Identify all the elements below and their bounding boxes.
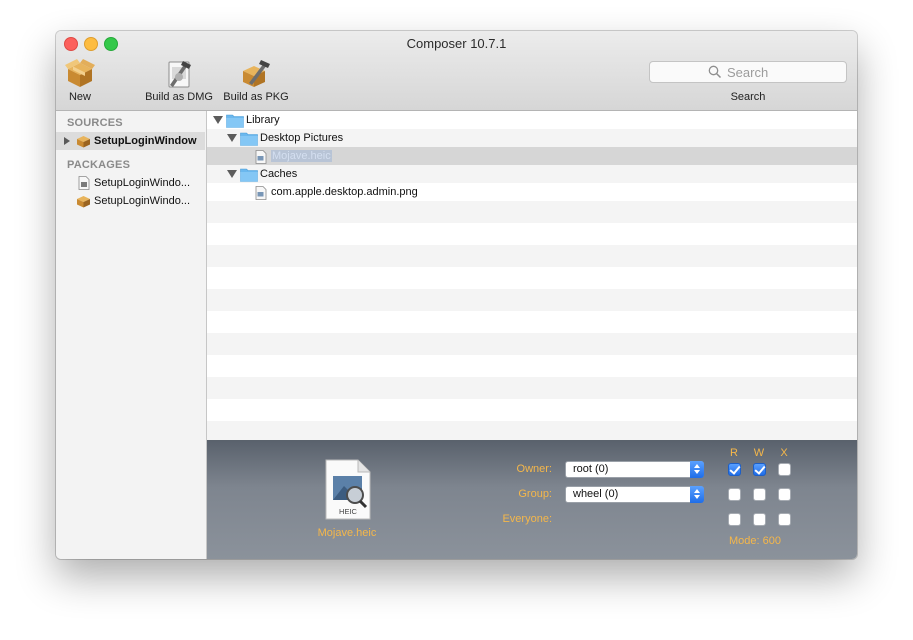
owner-select-value: root (0) <box>573 463 609 475</box>
disclosure-triangle-icon[interactable] <box>213 116 223 124</box>
package-box-icon <box>65 59 95 87</box>
folder-icon <box>240 168 258 182</box>
group-execute-checkbox[interactable] <box>778 488 791 501</box>
folder-icon <box>226 114 244 128</box>
tree-node-label: Library <box>246 114 280 126</box>
tree-row <box>207 245 857 267</box>
owner-select[interactable]: root (0) <box>565 461 704 478</box>
perm-header-x: X <box>780 447 788 459</box>
dmg-build-icon <box>168 61 191 88</box>
source-item-label: SetupLoginWindow <box>94 135 197 147</box>
tree-row[interactable] <box>207 165 857 183</box>
tree-node-label: Mojave.heic <box>271 150 332 162</box>
everyone-execute-checkbox[interactable] <box>778 513 791 526</box>
tree-row <box>207 201 857 223</box>
search-label: Search <box>730 91 766 103</box>
search-icon <box>708 65 722 79</box>
tree-row <box>207 377 857 399</box>
new-button-label: New <box>68 91 91 103</box>
tree-row <box>207 421 857 440</box>
selected-file-name: Mojave.heic <box>317 527 377 539</box>
package-box-icon <box>77 196 90 208</box>
heic-file-icon: HEIC <box>325 459 371 520</box>
owner-read-checkbox[interactable] <box>728 463 741 476</box>
everyone-read-checkbox[interactable] <box>728 513 741 526</box>
tree-node-label: Caches <box>260 168 298 180</box>
tree-row <box>207 311 857 333</box>
group-read-checkbox[interactable] <box>728 488 741 501</box>
package-item[interactable]: SetupLoginWindo... <box>56 174 205 192</box>
image-file-icon <box>255 150 267 164</box>
tree-row <box>207 333 857 355</box>
perm-header-w: W <box>753 447 765 459</box>
owner-execute-checkbox[interactable] <box>778 463 791 476</box>
sources-heading: SOURCES <box>67 117 123 129</box>
package-item-label: SetupLoginWindo... <box>94 177 191 189</box>
image-file-icon <box>255 186 267 200</box>
file-tree: Library Desktop Pictures Mojave.heic Cac… <box>207 111 857 440</box>
packages-heading: PACKAGES <box>67 159 131 171</box>
window-title: Composer 10.7.1 <box>406 36 507 51</box>
group-select-value: wheel (0) <box>573 488 619 500</box>
tree-row <box>207 289 857 311</box>
everyone-write-checkbox[interactable] <box>753 513 766 526</box>
select-arrows-icon <box>690 486 704 503</box>
perm-header-r: R <box>730 447 738 459</box>
dmg-document-icon <box>78 176 90 190</box>
owner-label: Owner: <box>516 463 552 475</box>
build-as-pkg-button[interactable]: Build as PKG <box>220 57 292 103</box>
build-as-pkg-label: Build as PKG <box>223 91 289 103</box>
select-arrows-icon <box>690 461 704 478</box>
build-as-dmg-label: Build as DMG <box>145 91 213 103</box>
file-inspector: HEIC Mojave.heic R W X Owner: root (0) G… <box>207 440 857 559</box>
toolbar: Composer 10.7.1 New Build as DMG Build a… <box>56 31 857 111</box>
tree-row <box>207 399 857 421</box>
sidebar: SOURCES SetupLoginWindow PACKAGES SetupL… <box>56 111 207 559</box>
tree-row <box>207 267 857 289</box>
search-placeholder: Search <box>727 65 769 80</box>
build-as-dmg-button[interactable]: Build as DMG <box>142 57 216 103</box>
composer-window: Composer 10.7.1 New Build as DMG Build a… <box>56 31 857 559</box>
new-button[interactable]: New <box>60 57 100 103</box>
tree-node-label: com.apple.desktop.admin.png <box>271 186 418 198</box>
package-box-icon <box>77 136 90 148</box>
everyone-label: Everyone: <box>502 513 552 525</box>
disclosure-triangle-icon[interactable] <box>227 134 237 142</box>
disclosure-triangle-icon[interactable] <box>64 137 70 145</box>
search-field[interactable]: Search <box>649 61 847 83</box>
owner-write-checkbox[interactable] <box>753 463 766 476</box>
pkg-build-icon <box>243 60 270 87</box>
disclosure-triangle-icon[interactable] <box>227 170 237 178</box>
tree-row <box>207 223 857 245</box>
folder-icon <box>240 132 258 146</box>
tree-node-label: Desktop Pictures <box>260 132 344 144</box>
group-write-checkbox[interactable] <box>753 488 766 501</box>
group-label: Group: <box>518 488 552 500</box>
source-item[interactable]: SetupLoginWindow <box>56 132 205 150</box>
package-item-label: SetupLoginWindo... <box>94 195 191 207</box>
mode-text: Mode: 600 <box>729 535 781 547</box>
package-item[interactable]: SetupLoginWindo... <box>56 192 205 210</box>
file-badge: HEIC <box>339 507 358 516</box>
tree-row <box>207 355 857 377</box>
group-select[interactable]: wheel (0) <box>565 486 704 503</box>
